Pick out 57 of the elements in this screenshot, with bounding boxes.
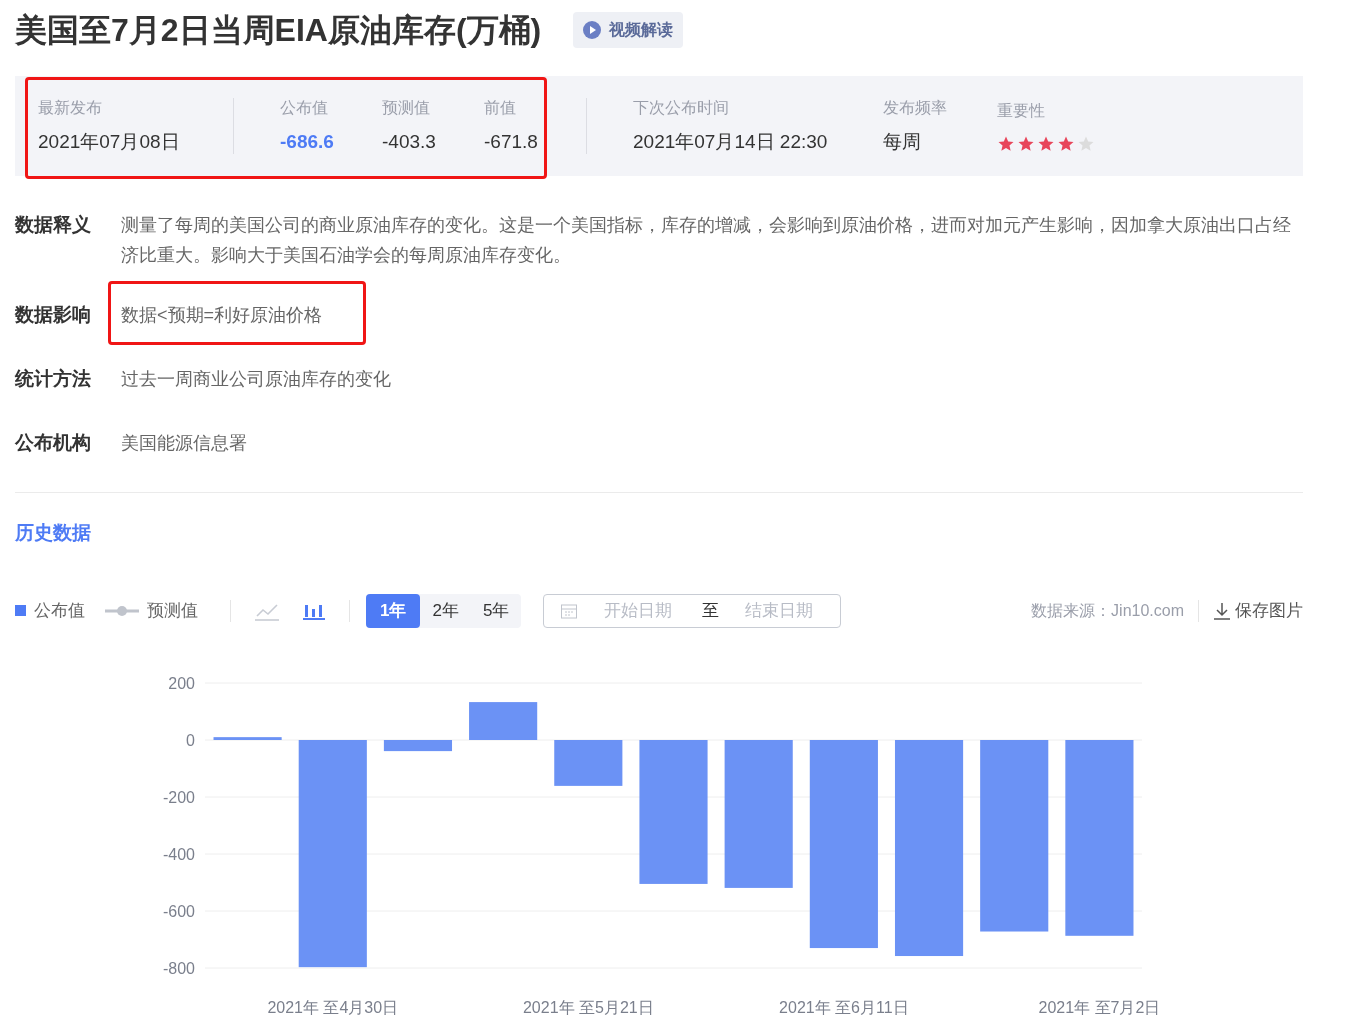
axis-label: -600 [162, 902, 195, 920]
detail-label: 数据释义 [15, 213, 92, 237]
page-title: 美国至7月2日当周EIA原油库存(万桶) [15, 14, 542, 46]
field-label: 发布频率 [883, 97, 948, 118]
star-icon [1037, 135, 1055, 153]
star-icon [1017, 135, 1035, 153]
field-label: 最新发布 [38, 97, 103, 118]
detail-text: 过去一周商业公司原油库存的变化 [121, 368, 392, 391]
detail-text: 美国能源信息署 [121, 432, 248, 455]
field-value: 2021年07月14日 22:30 [633, 129, 829, 154]
date-range-field[interactable]: 开始日期 至 结束日期 [543, 593, 842, 628]
field-value: -403.3 [382, 129, 437, 154]
calendar-icon [560, 601, 579, 620]
axis-label: 2021年 至5月21日 [522, 998, 654, 1016]
range-tab[interactable]: 5年 [470, 593, 522, 628]
axis-label: 200 [168, 674, 195, 692]
end-date-input[interactable]: 结束日期 [745, 597, 818, 624]
data-source: 数据来源：Jin10.com [1031, 600, 1184, 621]
detail-label: 统计方法 [15, 367, 92, 391]
field-value: -671.8 [484, 129, 539, 154]
field-value: -686.6 [280, 129, 335, 154]
download-icon [1213, 601, 1231, 620]
field-label: 前值 [484, 97, 517, 118]
range-tab[interactable]: 1年 [366, 593, 421, 628]
field-value: 2021年07月08日 [38, 129, 181, 154]
axis-label: -200 [162, 788, 195, 806]
axis-label: -400 [162, 845, 195, 863]
play-icon [583, 21, 602, 39]
range-separator: 至 [702, 599, 720, 622]
range-tab[interactable]: 2年 [420, 593, 471, 628]
field-label: 下次公布时间 [633, 97, 730, 118]
axis-label: 2021年 至4月30日 [267, 998, 399, 1016]
field-label: 重要性 [997, 101, 1046, 121]
bar [554, 739, 623, 786]
start-date-input[interactable]: 开始日期 [604, 597, 677, 624]
field-label: 公布值 [280, 97, 329, 118]
detail-label: 数据影响 [15, 303, 92, 327]
section-title: 历史数据 [15, 521, 92, 545]
star-icon [997, 135, 1015, 153]
axis-label: 2021年 至7月2日 [1038, 998, 1161, 1016]
field-label: 预测值 [382, 97, 431, 118]
video-button[interactable]: 视频解读 [573, 12, 684, 48]
field-value: 每周 [883, 129, 922, 154]
detail-text: 数据<预期=利好原油价格 [121, 304, 324, 327]
star-icon [1057, 135, 1075, 153]
bar [383, 739, 453, 751]
legend-label[interactable]: 预测值 [147, 597, 198, 624]
star-icon [1077, 135, 1095, 153]
detail-text: 测量了每周的美国公司的商业原油库存的变化。这是一个美国指标，库存的增减，会影响到原油价格，进而对加元产生影响，因加拿大原油出口占经济比重大。影响大于美国石油学会的每周原油库存变化。 [121, 214, 1292, 267]
bar [213, 736, 282, 740]
axis-label: 0 [186, 731, 195, 749]
legend-label[interactable]: 公布值 [34, 597, 85, 624]
axis-label: 2021年 至6月11日 [779, 998, 909, 1016]
axis-label: -800 [162, 959, 195, 977]
detail-label: 公布机构 [15, 431, 92, 455]
save-image-button[interactable]: 保存图片 [1213, 597, 1303, 624]
bar [469, 701, 538, 740]
